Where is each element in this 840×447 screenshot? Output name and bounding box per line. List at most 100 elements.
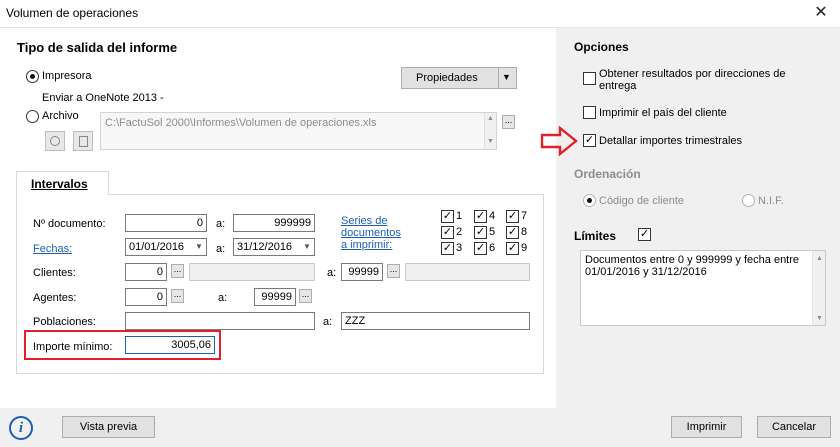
agents-label: Agentes: [33,292,77,304]
series-label-3: 3 [456,242,463,254]
opt2-checkbox[interactable] [583,106,596,119]
series-checkbox-4[interactable]: ✓ [474,210,487,223]
output-heading: Tipo de salida del informe [17,40,178,55]
print-button[interactable]: Imprimir [671,416,742,438]
series-checkbox-8[interactable]: ✓ [506,226,519,239]
town-from-input[interactable] [125,312,315,330]
series-label-2: 2 [456,226,463,238]
doc-to-input[interactable]: 999999 [233,214,315,232]
series-label-6: 6 [489,242,496,254]
order-nif-radio[interactable] [742,194,755,207]
to-label: a: [216,218,226,230]
options-heading: Opciones [574,40,629,54]
opt1-line2: entrega [599,80,637,92]
to-label: a: [323,316,333,328]
title-bar: Volumen de operaciones ✕ [0,0,840,28]
town-to-input[interactable]: ZZZ [341,312,530,330]
order-client-label: Código de cliente [599,195,685,207]
chevron-down-icon[interactable]: ▼ [300,238,314,256]
limits-heading: Límites [574,229,617,243]
window-title: Volumen de operaciones [6,6,139,20]
date-from-input[interactable]: 01/01/2016 ▼ [125,238,207,256]
agent-from-input[interactable]: 0 [125,288,167,306]
file-path-box[interactable]: C:\FactuSol 2000\Informes\Volumen de ope… [100,112,497,150]
date-from-value: 01/01/2016 [129,241,185,253]
properties-label: Propiedades [416,72,478,84]
client-from-input[interactable]: 0 [125,263,167,281]
chevron-down-icon[interactable]: ▼ [502,72,511,82]
order-heading: Ordenación [574,167,641,181]
series-checkbox-3[interactable]: ✓ [441,242,454,255]
series-label-7: 7 [521,210,528,222]
series-link-line3: a imprimir: [341,239,393,251]
series-label-4: 4 [489,210,496,222]
client-to-input[interactable]: 99999 [341,263,383,281]
file-path: C:\FactuSol 2000\Informes\Volumen de ope… [105,117,377,129]
min-amount-label: Importe mínimo: [33,341,113,353]
series-link[interactable]: Series de documentos a imprimir: [341,215,401,251]
close-icon[interactable]: ✕ [806,2,836,24]
scrollbar[interactable]: ▲ ▼ [484,113,496,149]
split-divider [498,68,499,88]
cancel-button[interactable]: Cancelar [757,416,831,438]
doc-from-input[interactable]: 0 [125,214,207,232]
to-label: a: [218,292,228,304]
series-checkbox-9[interactable]: ✓ [506,242,519,255]
limits-checkbox[interactable]: ✓ [638,228,651,241]
series-label-8: 8 [521,226,528,238]
order-nif-label: N.I.F. [758,195,784,207]
opt1-label: Obtener resultados por direcciones de en… [599,68,786,92]
agent-to-browse[interactable]: ... [299,289,312,303]
limits-line2: 01/01/2016 y 31/12/2016 [585,266,707,278]
printer-radio[interactable] [26,70,39,83]
tab-intervals[interactable]: Intervalos [16,171,109,195]
series-link-line2: documentos [341,227,401,239]
client-from-name [189,263,315,281]
arrow-right-icon [540,126,578,157]
info-icon[interactable]: i [9,416,33,440]
agent-from-browse[interactable]: ... [171,289,184,303]
opt1-checkbox[interactable] [583,72,596,85]
tab-intervals-label: Intervalos [31,177,88,191]
series-checkbox-6[interactable]: ✓ [474,242,487,255]
folder-icon[interactable] [45,131,65,151]
client-from-browse[interactable]: ... [171,264,184,278]
agent-to-input[interactable]: 99999 [254,288,296,306]
limits-textarea[interactable]: Documentos entre 0 y 999999 y fecha entr… [580,250,826,326]
date-to-value: 31/12/2016 [237,241,293,253]
to-label: a: [216,243,226,255]
limits-line1: Documentos entre 0 y 999999 y fecha entr… [585,254,800,266]
printer-label: Impresora [42,70,92,82]
min-amount-input[interactable]: 3005,06 [125,336,215,354]
to-label: a: [327,267,337,279]
date-to-input[interactable]: 31/12/2016 ▼ [233,238,315,256]
opt3-label: Detallar importes trimestrales [599,135,743,147]
series-checkbox-1[interactable]: ✓ [441,210,454,223]
client-to-name [405,263,530,281]
towns-label: Poblaciones: [33,316,96,328]
series-link-line1: Series de [341,215,388,227]
browse-button[interactable]: ... [502,115,515,129]
opt1-line1: Obtener resultados por direcciones de [599,68,786,80]
series-checkbox-2[interactable]: ✓ [441,226,454,239]
doc-label: Nº documento: [33,218,106,230]
properties-button[interactable]: Propiedades ▼ [401,67,517,89]
file-icon[interactable] [73,131,93,151]
series-label-5: 5 [489,226,496,238]
opt3-checkbox[interactable]: ✓ [583,134,596,147]
printer-name: Enviar a OneNote 2013 - [42,92,164,104]
series-checkbox-7[interactable]: ✓ [506,210,519,223]
chevron-down-icon[interactable]: ▼ [192,238,206,256]
preview-button[interactable]: Vista previa [62,416,155,438]
series-checkbox-5[interactable]: ✓ [474,226,487,239]
dates-link[interactable]: Fechas: [33,243,72,255]
scrollbar[interactable]: ▲ ▼ [812,251,825,325]
series-label-9: 9 [521,242,528,254]
series-label-1: 1 [456,210,463,222]
opt2-label: Imprimir el país del cliente [599,107,727,119]
client-to-browse[interactable]: ... [387,264,400,278]
file-label: Archivo [42,110,79,122]
order-client-radio[interactable] [583,194,596,207]
clients-label: Clientes: [33,267,76,279]
file-radio[interactable] [26,110,39,123]
